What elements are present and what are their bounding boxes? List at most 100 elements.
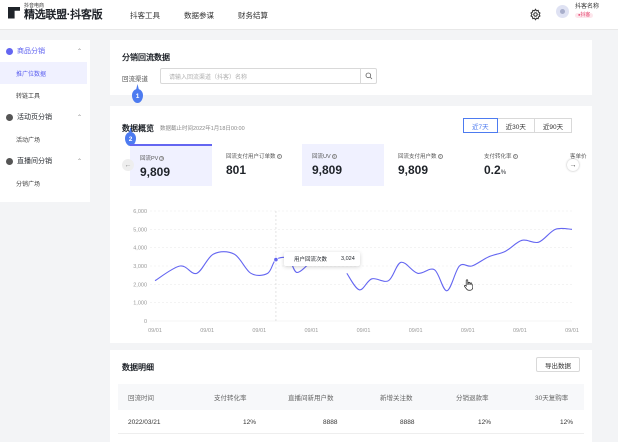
- top-nav: 抖客工具 数据参谋 财务结算: [130, 0, 268, 30]
- sidebar-item-link-tool[interactable]: 转链工具: [0, 84, 90, 106]
- x-tick-label: 09/01: [200, 328, 214, 334]
- user-menu[interactable]: 抖客名称 抖客: [556, 4, 600, 19]
- date-range-group: 近7天 近30天 近90天: [463, 118, 573, 133]
- filter-card: 分销回流数据 回流渠道 请输入回流渠道（抖客）名称 1: [110, 40, 592, 103]
- search-icon[interactable]: [360, 69, 376, 83]
- x-tick-label: 09/01: [148, 328, 162, 334]
- metric-value: 9,809: [312, 163, 343, 177]
- channel-search-input[interactable]: 请输入回流渠道（抖客）名称: [160, 68, 377, 84]
- tooltip-label: 用户回流次数: [294, 257, 328, 263]
- step-marker-1: 1: [132, 89, 143, 103]
- logo[interactable]: 抖音电商 精选联盟·抖客版: [8, 4, 103, 21]
- table-header: 回流时间 支付转化率 直播间新用户数 新增关注数 分销退款率 30天复购率: [118, 384, 584, 410]
- activity-icon: [6, 113, 13, 121]
- help-icon[interactable]: ?: [276, 153, 282, 159]
- chevron-up-icon: ⌃: [76, 114, 82, 121]
- nav-item-finance[interactable]: 财务结算: [238, 10, 268, 21]
- help-icon[interactable]: ?: [437, 153, 443, 159]
- sidebar-group-live[interactable]: 直播间分销 ⌃: [0, 150, 90, 172]
- metric-uv[interactable]: 回流UV? 9,809: [302, 144, 384, 186]
- help-icon[interactable]: ?: [512, 153, 518, 159]
- filter-title: 分销回流数据: [122, 53, 170, 62]
- arrow-left-icon[interactable]: ←: [122, 159, 134, 171]
- metric-label: 回流支付用户数: [398, 154, 437, 160]
- column-header[interactable]: 回流时间: [128, 384, 154, 410]
- metric-pv[interactable]: 回流PV? 9,809: [130, 144, 212, 186]
- metric-value: 9,809: [140, 165, 171, 179]
- nav-item-tools[interactable]: 抖客工具: [130, 10, 160, 21]
- metric-label: 回流PV: [140, 156, 159, 162]
- table-cell: 8888: [323, 419, 338, 426]
- y-tick-label: 5,000: [133, 227, 147, 233]
- x-tick-label: 09/01: [565, 328, 579, 334]
- tooltip-value: 3,024: [341, 256, 355, 262]
- column-header[interactable]: 支付转化率: [214, 384, 247, 410]
- metric-label: 支付转化率: [484, 154, 512, 160]
- metric-value: 801: [226, 163, 247, 177]
- range-7d-button[interactable]: 近7天: [463, 118, 498, 133]
- column-header[interactable]: 新增关注数: [380, 384, 413, 410]
- y-tick-label: 1,000: [133, 301, 147, 307]
- hover-point: [273, 256, 279, 263]
- sidebar-item-distribution-square[interactable]: 分销广场: [0, 172, 90, 194]
- table-cell: 2022/03/21: [128, 419, 161, 426]
- goods-icon: [6, 47, 13, 55]
- export-button[interactable]: 导出数据: [536, 357, 580, 372]
- y-tick-label: 0: [144, 319, 147, 325]
- table-row: 2022/03/21 12% 8888 8888 12% 12%: [118, 412, 584, 434]
- help-icon[interactable]: ?: [331, 153, 337, 159]
- sidebar-group-label: 商品分销: [17, 48, 45, 55]
- gear-icon[interactable]: [529, 8, 542, 21]
- avatar: [556, 4, 569, 18]
- x-tick-label: 09/01: [409, 328, 423, 334]
- metric-label: 回流UV: [312, 154, 331, 160]
- table-cell: 12%: [243, 419, 257, 426]
- column-header[interactable]: 分销退款率: [456, 384, 489, 410]
- sidebar-group-activity[interactable]: 活动页分销 ⌃: [0, 106, 90, 128]
- logo-icon: [8, 6, 20, 19]
- chevron-up-icon: ⌃: [76, 158, 82, 165]
- sidebar-group-label: 直播间分销: [17, 158, 52, 165]
- trend-chart: 6,0005,0004,0003,0002,0001,000009/01 09/0…: [133, 209, 579, 334]
- y-tick-label: 6,000: [133, 209, 147, 215]
- column-header[interactable]: 30天复购率: [535, 384, 568, 410]
- arrow-right-icon[interactable]: →: [567, 159, 579, 171]
- help-icon[interactable]: ?: [159, 155, 165, 161]
- column-header[interactable]: 直播间新用户数: [288, 384, 334, 410]
- sidebar-item-promo-data[interactable]: 推广位数据: [0, 62, 87, 84]
- x-tick-label: 09/01: [252, 328, 266, 334]
- table-cell: 12%: [560, 419, 574, 426]
- metric-paid-orders[interactable]: 回流支付用户订单数? 801: [216, 144, 298, 186]
- sidebar-group-goods[interactable]: 商品分销 ⌃: [0, 40, 90, 62]
- metric-label: 回流支付用户订单数: [226, 154, 276, 160]
- step-number: 1: [135, 92, 140, 100]
- channel-label: 回流渠道: [122, 76, 148, 83]
- series-line: [346, 227, 573, 292]
- metric-conversion[interactable]: 支付转化率? 0.2%: [474, 144, 556, 186]
- overview-card: 数据概览 数据截止时间2022年1月18日00:00 2 近7天 近30天 近9…: [110, 106, 592, 343]
- metric-unit: %: [500, 170, 507, 176]
- hand-cursor-icon: [464, 279, 473, 291]
- table-cell: 8888: [400, 419, 415, 426]
- x-tick-label: 09/01: [357, 328, 371, 334]
- y-tick-label: 4,000: [133, 246, 147, 252]
- top-bar: 抖音电商 精选联盟·抖客版 抖客工具 数据参谋 财务结算 抖客名称 抖客: [0, 0, 618, 30]
- range-90d-button[interactable]: 近90天: [533, 118, 573, 133]
- sidebar-item-activity-square[interactable]: 活动广场: [0, 128, 90, 150]
- range-30d-button[interactable]: 近30天: [496, 118, 535, 133]
- channel-search-placeholder: 请输入回流渠道（抖客）名称: [169, 74, 248, 81]
- metric-paid-users[interactable]: 回流支付用户数? 9,809: [388, 144, 470, 186]
- user-name: 抖客名称: [575, 4, 600, 10]
- overview-subtitle: 数据截止时间2022年1月18日00:00: [160, 126, 245, 132]
- x-tick-label: 09/01: [304, 328, 318, 334]
- y-tick-label: 2,000: [133, 282, 147, 288]
- logo-title: 精选联盟·抖客版: [24, 9, 103, 21]
- user-badge: 抖客: [575, 12, 594, 19]
- detail-title: 数据明细: [122, 363, 154, 372]
- nav-item-data[interactable]: 数据参谋: [184, 10, 214, 21]
- chevron-up-icon: ⌃: [76, 48, 82, 55]
- chart-tooltip: 用户回流次数 3,024: [284, 252, 360, 266]
- metric-value: 0.2: [484, 163, 501, 177]
- step-number: 2: [128, 135, 133, 143]
- sidebar: 商品分销 ⌃ 推广位数据 转链工具 活动页分销 ⌃ 活动广场 直播间分销 ⌃ 分…: [0, 40, 90, 202]
